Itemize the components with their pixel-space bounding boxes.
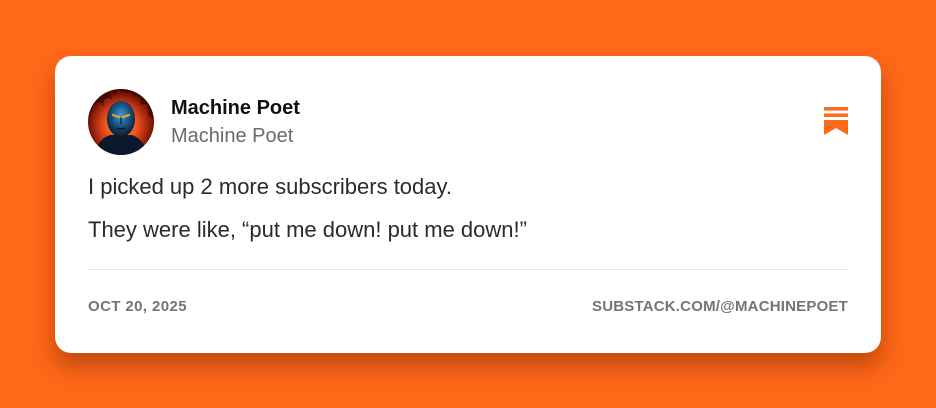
- divider: [88, 269, 848, 270]
- profile-url-link[interactable]: SUBSTACK.COM/@MACHINEPOET: [592, 298, 848, 315]
- author-handle[interactable]: Machine Poet: [171, 124, 300, 148]
- post-date: OCT 20, 2025: [88, 298, 188, 315]
- post-card: Machine Poet Machine Poet I picked up 2 …: [55, 56, 881, 353]
- post-body: I picked up 2 more subscribers today. Th…: [88, 173, 527, 259]
- post-line-1: I picked up 2 more subscribers today.: [88, 174, 452, 199]
- avatar[interactable]: [88, 89, 154, 155]
- author-block: Machine Poet Machine Poet: [171, 96, 300, 148]
- substack-bookmark-icon[interactable]: [822, 106, 850, 136]
- avatar-image: [88, 89, 154, 155]
- author-name[interactable]: Machine Poet: [171, 96, 300, 120]
- post-line-2: They were like, “put me down! put me dow…: [88, 217, 527, 242]
